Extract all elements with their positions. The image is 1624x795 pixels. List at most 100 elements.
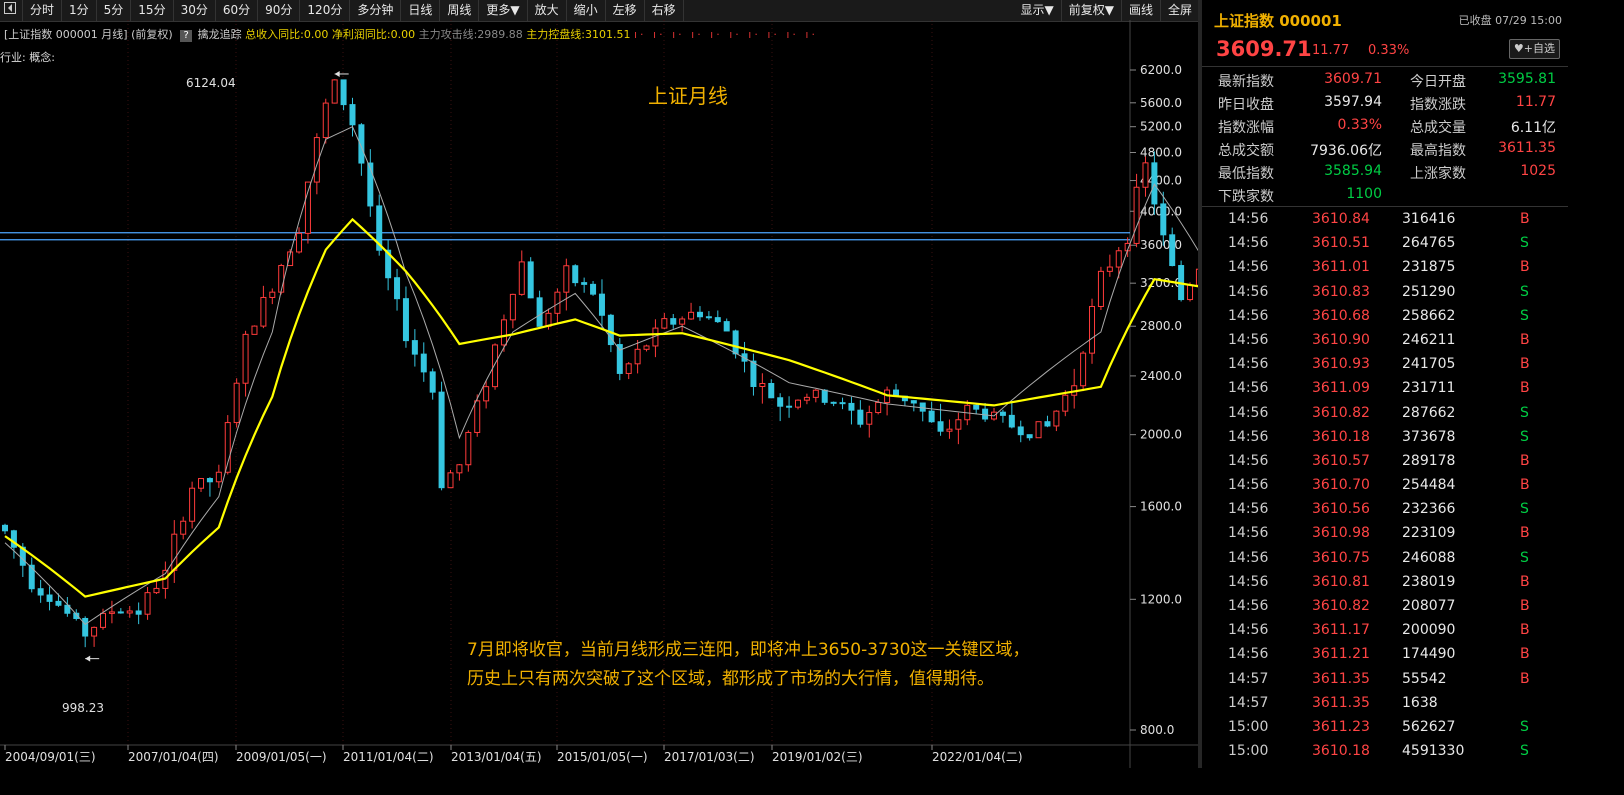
period-button[interactable]: 周线 xyxy=(440,0,480,21)
period-button[interactable]: 分时 xyxy=(23,0,63,21)
period-button[interactable]: 90分 xyxy=(258,0,301,21)
candle-body xyxy=(492,344,499,388)
annotation-line-2: 历史上只有两次突破了这个区域，都形成了市场的大行情，值得期待。 xyxy=(467,669,994,689)
tick-volume: 4591330 xyxy=(1402,743,1465,760)
tick-time: 14:56 xyxy=(1228,598,1269,614)
tick-volume: 174490 xyxy=(1402,646,1456,663)
period-button[interactable]: 60分 xyxy=(216,0,259,21)
candle-body xyxy=(581,282,588,285)
tick-volume: 264765 xyxy=(1402,235,1456,252)
annotation-line-1: 7月即将收官，当前月线形成三连阳，即将冲上3650-3730这一关键区域， xyxy=(467,640,1030,660)
period-button[interactable]: 30分 xyxy=(174,0,216,21)
tick-price: 3610.82 xyxy=(1312,404,1370,421)
candle-body xyxy=(572,265,579,284)
chart-action-button[interactable]: 放大 xyxy=(528,0,567,21)
y-tick-label: 3600.0 xyxy=(1140,238,1182,252)
index-name: 上证指数 000001 xyxy=(1214,12,1342,30)
add-favorite-button[interactable]: ♥+自选 xyxy=(1508,39,1560,59)
candle-body xyxy=(830,401,837,404)
candle-body xyxy=(1080,352,1087,387)
tick-volume: 231711 xyxy=(1402,380,1456,397)
quote-panel: 上证指数 000001 已收盘 07/29 15:00 3609.71 11.7… xyxy=(1202,0,1568,768)
period-button[interactable]: 1分 xyxy=(62,0,97,21)
period-button[interactable]: 5分 xyxy=(97,0,132,21)
tick-row: 14:56 3610.98 223109 B xyxy=(1202,522,1568,546)
candle-body xyxy=(527,261,534,299)
tick-time: 14:57 xyxy=(1228,694,1269,711)
tick-volume: 231875 xyxy=(1402,259,1456,276)
quote-label: 指数涨幅 xyxy=(1218,120,1274,136)
quote-label: 最低指数 xyxy=(1218,166,1274,182)
toolbar-menu-button[interactable]: 全屏 xyxy=(1161,0,1200,21)
y-tick-label: 1200.0 xyxy=(1140,592,1182,606)
tick-volume: 287662 xyxy=(1402,404,1456,421)
tick-time: 14:56 xyxy=(1228,573,1269,590)
quote-value: 11.77 xyxy=(1515,94,1556,110)
tick-row: 14:56 3611.01 231875 B xyxy=(1202,256,1568,280)
peak-label: 6124.04 xyxy=(186,76,236,90)
tick-price: 3610.83 xyxy=(1312,283,1370,300)
tick-time: 14:56 xyxy=(1228,307,1269,324)
period-button[interactable]: 日线 xyxy=(401,0,441,21)
toolbar-menu-button[interactable]: 前复权▼ xyxy=(1062,0,1122,21)
tick-price: 3610.82 xyxy=(1312,598,1370,614)
quote-row: 总成交额 7936.06亿 最高指数 3611.35 xyxy=(1202,138,1568,161)
candle-body xyxy=(1089,305,1096,354)
candle-body xyxy=(1053,410,1060,427)
x-tick-label: 2013/01/04(五) xyxy=(451,750,542,764)
candle-body xyxy=(750,360,757,387)
tick-direction: S xyxy=(1520,501,1529,518)
tick-direction: S xyxy=(1520,718,1529,735)
chart-action-button[interactable]: 缩小 xyxy=(567,0,606,21)
candle-body xyxy=(732,330,739,355)
tick-price: 3610.93 xyxy=(1312,356,1370,373)
candle-body xyxy=(198,478,205,489)
candle-body xyxy=(910,400,917,404)
x-tick-label: 2004/09/01(三) xyxy=(5,750,96,764)
candle-body xyxy=(643,345,650,350)
ma-slow-line xyxy=(4,217,1198,598)
tick-volume: 241705 xyxy=(1402,356,1456,373)
toolbar-menu-button[interactable]: 显示▼ xyxy=(1014,0,1062,21)
tick-direction: B xyxy=(1520,573,1530,590)
candle-body xyxy=(509,293,516,321)
ma-fast-line xyxy=(4,126,1198,626)
tick-time: 15:00 xyxy=(1228,743,1269,760)
candle-body xyxy=(1169,234,1176,267)
tick-direction: B xyxy=(1520,670,1530,687)
tick-direction: B xyxy=(1520,452,1530,469)
candle-body xyxy=(1106,266,1113,272)
candle-body xyxy=(117,611,124,614)
tick-direction: B xyxy=(1520,646,1530,663)
tick-price: 3610.51 xyxy=(1312,235,1370,252)
candle-body xyxy=(171,533,178,571)
period-button[interactable]: 15分 xyxy=(131,0,174,21)
tick-volume: 238019 xyxy=(1402,573,1456,590)
period-button[interactable]: 120分 xyxy=(300,0,351,21)
candle-body xyxy=(46,594,53,602)
tick-price: 3610.57 xyxy=(1312,452,1370,469)
candle-body xyxy=(1097,270,1104,307)
candle-body xyxy=(28,564,35,590)
tick-volume: 289178 xyxy=(1402,452,1456,469)
candle-body xyxy=(1026,434,1033,439)
toolbar-menu-button[interactable]: 画线 xyxy=(1122,0,1161,21)
candle-body xyxy=(465,431,472,466)
quote-row: 指数涨幅 0.33% 总成交量 6.11亿 xyxy=(1202,115,1568,138)
candle-body xyxy=(946,428,953,432)
period-button[interactable]: 多分钟 xyxy=(350,0,402,21)
tick-volume: 258662 xyxy=(1402,307,1456,324)
candle-body xyxy=(937,421,944,432)
period-button[interactable]: 更多▼ xyxy=(479,0,528,21)
chart-action-button[interactable]: 左移 xyxy=(606,0,645,21)
collapse-left-icon[interactable] xyxy=(0,0,23,21)
chart-action-button[interactable]: 右移 xyxy=(645,0,684,21)
tick-direction: B xyxy=(1520,525,1530,542)
candle-body xyxy=(705,316,712,319)
candle-body xyxy=(82,617,89,637)
quote-label: 总成交量 xyxy=(1410,120,1466,136)
tick-volume: 223109 xyxy=(1402,525,1456,542)
tick-list[interactable]: 14:56 3610.84 316416 B 14:56 3610.51 264765 S 14… xyxy=(1202,208,1568,764)
candle-body xyxy=(590,283,597,295)
chart-annotation: 7月即将收官，当前月线形成三连阳，即将冲上3650-3730这一关键区域， 历史… xyxy=(467,636,1029,694)
